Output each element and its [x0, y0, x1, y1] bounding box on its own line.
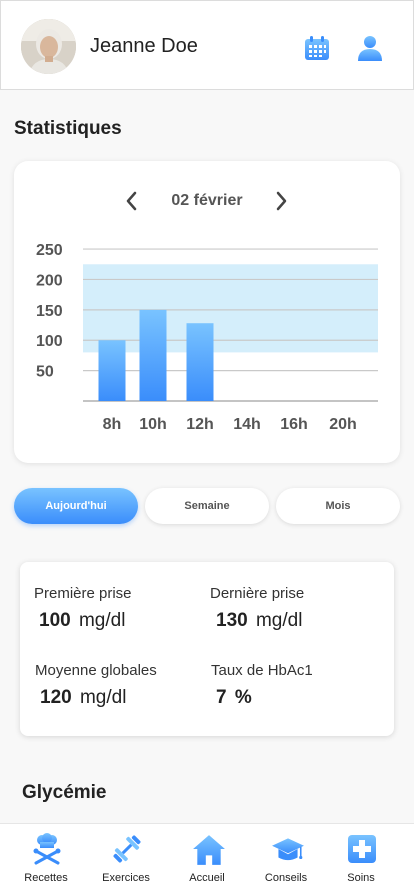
date-navigator: 02 février [14, 189, 400, 213]
tab-recipes-label: Recettes [24, 872, 68, 884]
statistics-title: Statistiques [14, 118, 122, 139]
chart-card: 02 février 50 100 150 200 250 8h 10h 12h 14h 16h 2… [14, 161, 400, 463]
average-label: Moyenne globales [35, 662, 157, 679]
tab-recipes[interactable]: Recettes [5, 824, 87, 887]
user-name: Jeanne Doe [90, 35, 198, 57]
home-icon [192, 833, 225, 865]
x-tick-label: 16h [280, 416, 308, 433]
tab-care-label: Soins [347, 872, 375, 884]
week-button[interactable]: Semaine [145, 488, 269, 524]
medical-cross-icon [346, 833, 378, 865]
bar[interactable] [98, 340, 126, 401]
bottom-tab-bar: Recettes Exercices Accueil Conseils Soin… [0, 823, 414, 887]
profile-icon[interactable] [357, 35, 383, 61]
last-intake-unit: mg/dl [255, 610, 303, 631]
average-stat: Moyenne globales 120 mg/dl [35, 662, 157, 709]
first-intake-label: Première prise [34, 585, 132, 602]
tab-care[interactable]: Soins [320, 824, 402, 887]
tab-advice[interactable]: Conseils [245, 824, 327, 887]
x-tick-label: 10h [139, 416, 167, 433]
y-tick-label: 200 [36, 272, 63, 289]
calendar-icon[interactable] [304, 35, 330, 61]
tab-home-label: Accueil [189, 872, 225, 884]
date-label: 02 février [171, 192, 243, 209]
bar[interactable] [186, 323, 214, 401]
x-tick-label: 8h [103, 416, 122, 433]
last-intake-label: Dernière prise [210, 585, 305, 602]
average-value: 120 [40, 687, 72, 708]
today-button[interactable]: Aujourd'hui [14, 488, 138, 524]
tab-home[interactable]: Accueil [166, 824, 248, 887]
graduation-cap-icon [271, 833, 304, 865]
glycemia-title: Glycémie [22, 782, 107, 803]
month-button[interactable]: Mois [276, 488, 400, 524]
x-tick-label: 14h [233, 416, 261, 433]
tab-exercises[interactable]: Exercices [85, 824, 167, 887]
summary-card: Première prise 100 mg/dl Dernière prise … [20, 562, 394, 736]
bar[interactable] [139, 309, 167, 401]
glycemia-bar-chart: 50 100 150 200 250 8h 10h 12h 14h 16h 20h [36, 242, 378, 433]
chef-hat-icon [31, 833, 63, 865]
x-tick-label: 12h [186, 416, 214, 433]
chevron-right-icon[interactable] [269, 189, 293, 213]
hba1c-stat: Taux de HbAc1 7 % [211, 662, 313, 709]
tab-exercises-label: Exercices [102, 872, 150, 884]
hba1c-unit: % [234, 687, 252, 708]
target-range-band [83, 264, 378, 353]
last-intake-stat: Dernière prise 130 mg/dl [210, 585, 304, 632]
x-tick-label: 20h [329, 416, 357, 433]
dumbbell-icon [111, 833, 143, 865]
avatar[interactable] [21, 19, 76, 74]
hba1c-label: Taux de HbAc1 [211, 662, 313, 679]
y-tick-label: 100 [36, 333, 63, 350]
last-intake-value: 130 [216, 610, 248, 631]
y-tick-label: 250 [36, 242, 63, 259]
first-intake-value: 100 [39, 610, 71, 631]
tab-advice-label: Conseils [264, 872, 308, 884]
first-intake-unit: mg/dl [78, 610, 126, 631]
y-tick-label: 150 [36, 303, 63, 320]
first-intake-stat: Première prise 100 mg/dl [34, 585, 132, 632]
hba1c-value: 7 [216, 687, 227, 708]
y-tick-label: 50 [36, 364, 54, 381]
average-unit: mg/dl [79, 687, 127, 708]
app-header: Jeanne Doe [0, 0, 414, 90]
